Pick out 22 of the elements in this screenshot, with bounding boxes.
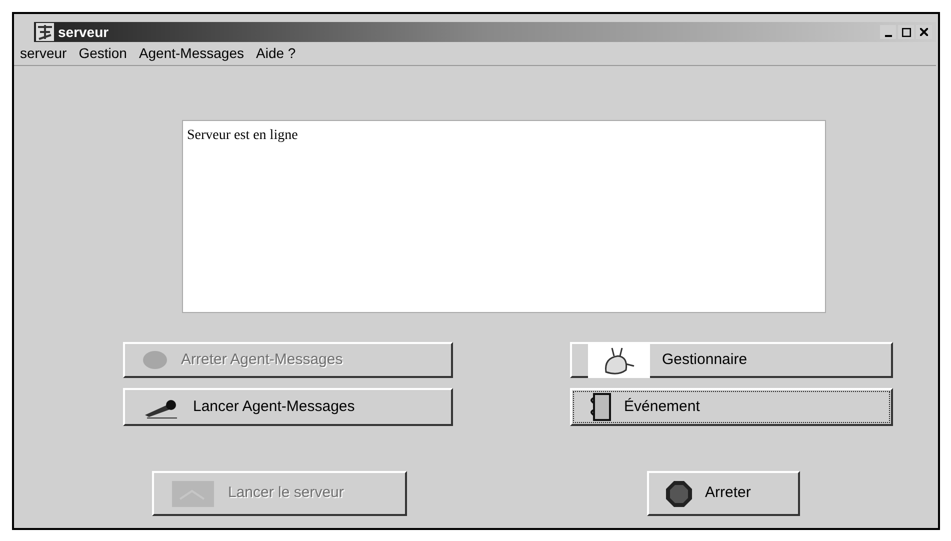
creature-icon (588, 342, 650, 378)
app-button[interactable]: Arreter (647, 471, 800, 516)
menu-item[interactable]: Agent-Messages (138, 43, 244, 64)
image-icon (170, 478, 216, 508)
app-button[interactable]: Gestionnaire (570, 342, 893, 378)
close-icon (920, 28, 928, 36)
maximize-button[interactable] (898, 25, 914, 39)
close-button[interactable] (916, 25, 932, 39)
notebook-icon (588, 392, 612, 422)
stop-icon (665, 480, 693, 508)
app-button[interactable]: Lancer Agent-Messages (123, 388, 453, 426)
focused-button[interactable]: Événement (570, 388, 893, 426)
maximize-icon (902, 28, 910, 36)
window-title: serveur (58, 22, 109, 42)
menu-item[interactable]: Aide ? (256, 43, 296, 64)
log-area: Serveur est en ligne (182, 120, 826, 313)
blob-icon (141, 349, 169, 371)
menu-item[interactable]: Gestion (78, 43, 127, 64)
menu-item[interactable]: serveur (20, 43, 67, 64)
minimize-button[interactable] (880, 25, 896, 39)
minimize-icon (884, 35, 892, 37)
app-icon (36, 23, 54, 41)
